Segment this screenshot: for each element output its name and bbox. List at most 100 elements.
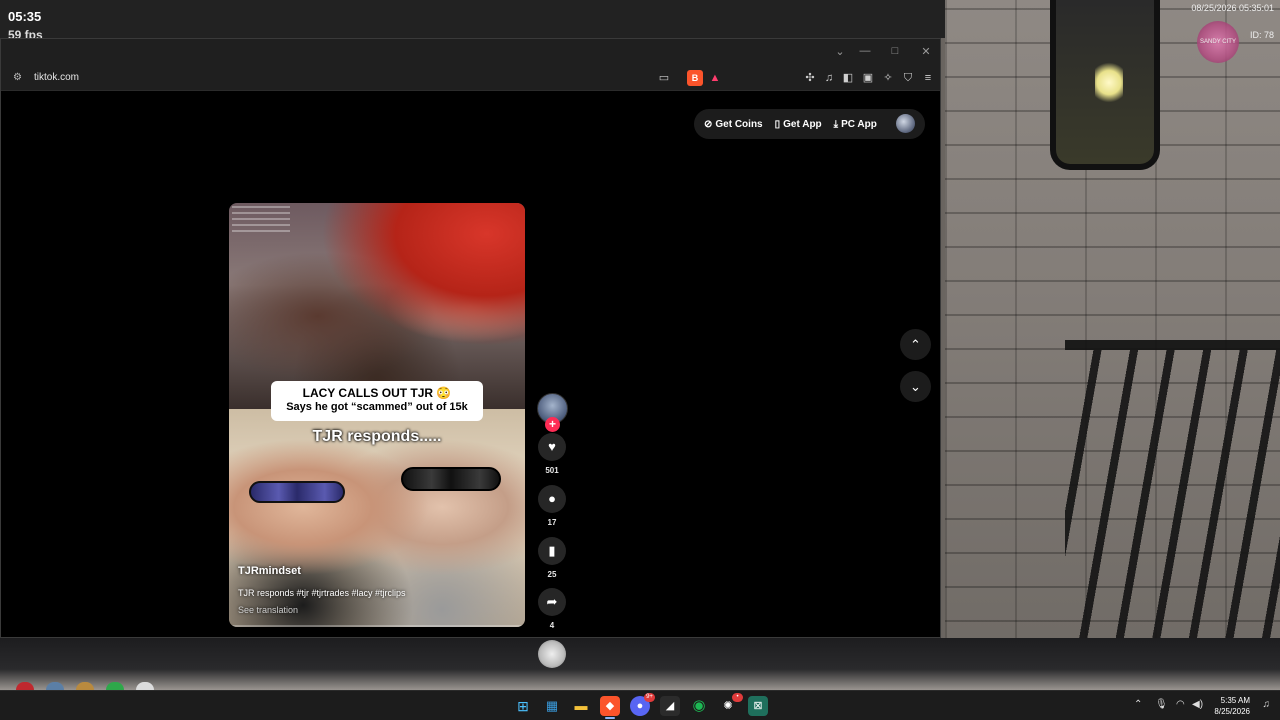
see-translation-link[interactable]: See translation: [238, 605, 298, 615]
comment-count: 17: [547, 518, 557, 527]
share-button[interactable]: ➦: [538, 588, 566, 616]
clock-date: 8/25/2026: [1214, 707, 1250, 716]
dock-item[interactable]: [76, 682, 94, 690]
coin-icon: ⊘: [704, 118, 713, 130]
media-icon[interactable]: ♫: [821, 70, 837, 86]
vpn-shield-icon[interactable]: ⛉: [900, 70, 916, 86]
floor: [0, 638, 1280, 690]
taskbar-clock[interactable]: 5:35 AM 8/25/2026: [1214, 695, 1250, 717]
caption-line-2: Says he got “scammed” out of 15k: [286, 401, 468, 413]
volume-icon[interactable]: ◀): [1192, 699, 1203, 710]
hud-fps: 59 fps: [8, 28, 43, 38]
like-button[interactable]: ♥: [538, 433, 566, 461]
windows-taskbar: ⊞ ▦ ▬ ◆ ● 9+ ◢ ◉ ✺ • ⊠ ⌃ 🎙 ◠ ◀) 5:35 AM 8/…: [0, 690, 1280, 720]
video-progress-bar[interactable]: [229, 625, 525, 627]
tiktok-header-actions: ⊘ Get Coins ▯ Get App ⤓ PC App: [694, 109, 925, 139]
close-button[interactable]: ✕: [914, 45, 938, 58]
store-icon: ▦: [545, 698, 559, 713]
save-count: 25: [547, 570, 557, 579]
pc-app-label: PC App: [841, 118, 877, 130]
cast-icon[interactable]: ▭: [656, 70, 672, 86]
follow-plus-icon[interactable]: +: [545, 417, 560, 432]
terminal-button[interactable]: ⊠: [748, 696, 768, 716]
spotify-icon: ◉: [692, 697, 706, 714]
brave-rewards-icon[interactable]: ▲: [707, 70, 723, 86]
leo-ai-icon[interactable]: ✧: [880, 70, 896, 86]
video-player[interactable]: LACY CALLS OUT TJR 😳 Says he got “scamme…: [229, 203, 525, 627]
notification-bell-icon[interactable]: ♫: [1263, 699, 1271, 710]
server-logo-text: SANDY CITY: [1200, 39, 1236, 45]
video-author[interactable]: TJRmindset: [238, 565, 301, 577]
spotify-button[interactable]: ◉: [689, 696, 709, 716]
clock-time: 5:35 AM: [1220, 696, 1250, 705]
store-button[interactable]: ▦: [542, 696, 562, 716]
get-app-button[interactable]: ▯ Get App: [775, 119, 822, 130]
folder-icon: ▬: [574, 698, 588, 713]
maximize-button[interactable]: □: [883, 45, 907, 57]
browser-titlebar[interactable]: ⌄ — □ ✕: [1, 39, 940, 65]
like-count: 501: [545, 466, 559, 475]
brave-shields-icon[interactable]: B: [687, 70, 703, 86]
get-coins-button[interactable]: ⊘ Get Coins: [704, 119, 763, 130]
hud-player-id: ID: 78: [1249, 30, 1274, 40]
dock-item[interactable]: [46, 682, 64, 690]
brave-taskbar-button[interactable]: ◆: [600, 696, 620, 719]
sidebar-icon[interactable]: ◧: [840, 70, 856, 86]
brave-lion-icon: ◆: [605, 700, 615, 712]
comment-icon: ●: [548, 491, 556, 506]
show-hidden-icons-chevron-icon[interactable]: ⌃: [1134, 699, 1142, 710]
music-disc-icon[interactable]: [538, 640, 566, 668]
chatgpt-badge: •: [732, 693, 743, 702]
dock-item[interactable]: [16, 682, 34, 690]
launcher-icon: ◢: [665, 700, 675, 712]
dock-item[interactable]: [136, 682, 154, 690]
heart-icon: ♥: [548, 439, 556, 454]
chatgpt-icon: ✺: [723, 700, 733, 712]
url-field[interactable]: tiktok.com: [34, 72, 79, 83]
microphone-icon[interactable]: 🎙: [1155, 699, 1168, 710]
caption-line-1: LACY CALLS OUT TJR 😳: [302, 386, 452, 400]
get-coins-label: Get Coins: [715, 118, 763, 130]
stream-chat-overlay: [232, 206, 290, 234]
video-description[interactable]: TJR responds #tjr #tjrtrades #lacy #tjrc…: [238, 588, 406, 598]
lamp-light: [1095, 60, 1123, 105]
iron-railing: [1065, 340, 1280, 680]
bookmark-icon: ▮: [548, 543, 556, 558]
sunglasses-left: [249, 481, 345, 503]
start-button[interactable]: ⊞: [513, 696, 533, 716]
chevron-down-icon: ⌄: [910, 379, 921, 394]
active-indicator: [605, 717, 615, 719]
site-settings-icon[interactable]: ⚙: [13, 72, 22, 83]
pc-app-button[interactable]: ⤓ PC App: [834, 119, 877, 130]
terminal-icon: ⊠: [753, 700, 763, 712]
discord-badge: 9+: [644, 693, 655, 702]
dock-item[interactable]: [106, 682, 124, 690]
wifi-icon[interactable]: ◠: [1176, 699, 1185, 710]
discord-button[interactable]: ● 9+: [630, 693, 655, 716]
video-overlay-text: TJR responds.....: [312, 428, 442, 445]
video-stream-scene: [229, 203, 525, 409]
file-explorer-button[interactable]: ▬: [571, 696, 591, 716]
app-launcher-button[interactable]: ◢: [660, 696, 680, 716]
profile-avatar[interactable]: [896, 114, 915, 133]
previous-video-button[interactable]: ⌃: [900, 329, 931, 360]
download-icon: ⤓: [833, 118, 839, 130]
share-arrow-icon: ➦: [546, 594, 558, 609]
phone-icon: ▯: [774, 118, 781, 130]
next-video-button[interactable]: ⌄: [900, 371, 931, 402]
windows-icon: ⊞: [517, 698, 529, 714]
share-count: 4: [549, 621, 555, 630]
extensions-icon[interactable]: ✣: [802, 70, 818, 86]
chatgpt-button[interactable]: ✺ •: [718, 693, 743, 716]
game-dock: [16, 682, 160, 690]
comment-button[interactable]: ●: [538, 485, 566, 513]
discord-icon: ●: [636, 700, 644, 712]
menu-icon[interactable]: ≡: [920, 70, 936, 86]
address-bar: ⚙ tiktok.com ▭ B ▲ ✣ ♫ ◧ ▣ ✧ ⛉ ≡: [1, 65, 940, 91]
minimize-button[interactable]: —: [853, 45, 877, 57]
tab-search-chevron-icon[interactable]: ⌄: [828, 45, 852, 58]
wallet-icon[interactable]: ▣: [860, 70, 876, 86]
save-button[interactable]: ▮: [538, 537, 566, 565]
sunglasses-right: [401, 467, 501, 491]
browser-window: ⌄ — □ ✕ ⚙ tiktok.com ▭ B ▲ ✣ ♫ ◧ ▣ ✧ ⛉ ≡…: [0, 38, 941, 668]
